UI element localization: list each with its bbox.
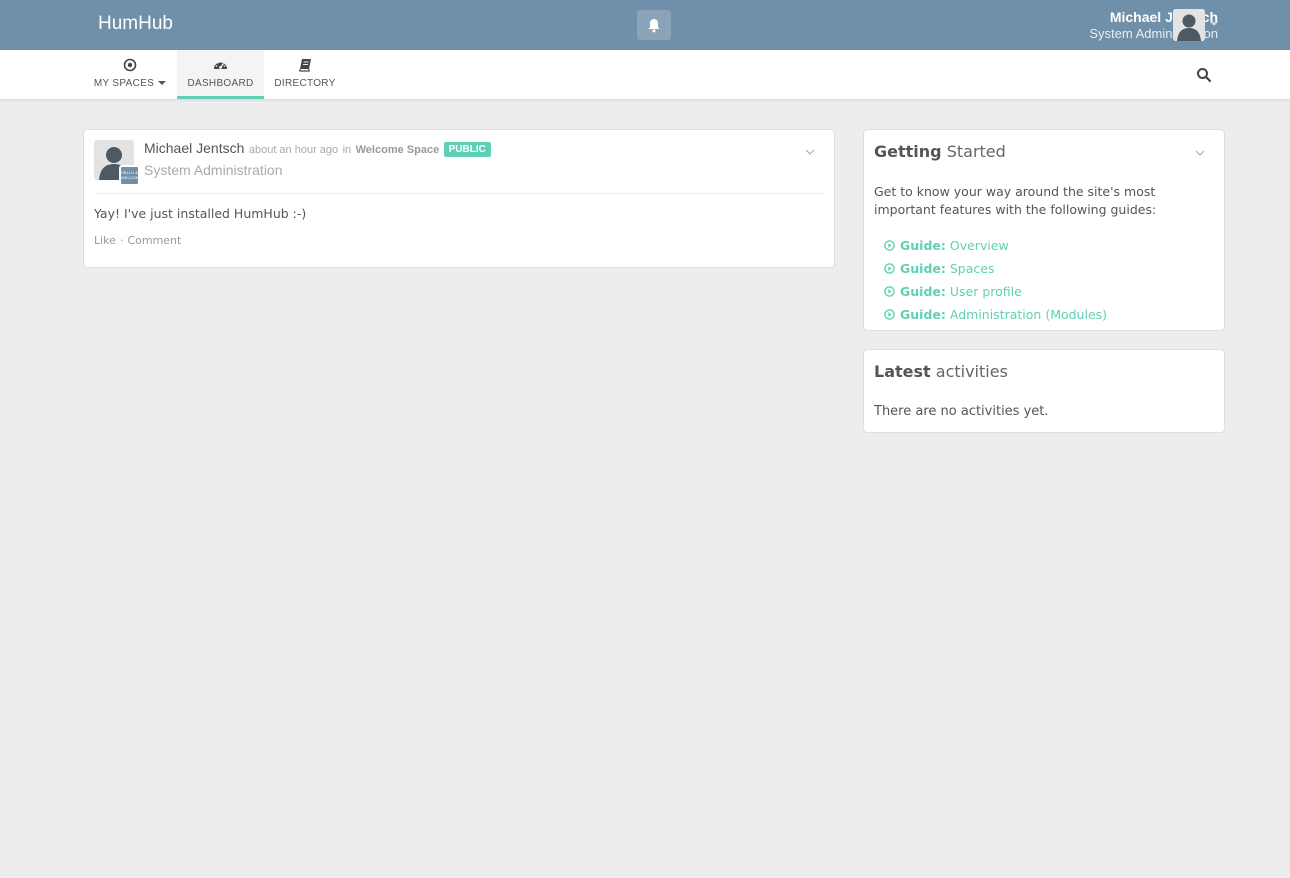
nav-my-spaces-label: MY SPACES [93,78,155,89]
nav-dashboard-label: DASHBOARD [187,78,254,89]
search-button[interactable] [1195,66,1213,84]
post-divider [94,193,824,194]
no-activities-text: There are no activities yet. [874,404,1049,419]
play-circle-icon [884,240,895,251]
chevron-down-icon [158,81,167,86]
latest-activities-title: Latest activities [874,362,1008,381]
getting-started-title: Getting Started [874,142,1006,161]
latest-activities-panel: Latest activities There are no activitie… [863,349,1225,433]
user-avatar[interactable] [1173,9,1205,41]
guide-label: Spaces [949,261,995,276]
dashboard-icon [214,61,227,69]
guide-label: Administration (Modules) [949,307,1108,322]
chevron-down-icon[interactable] [804,146,816,158]
search-icon [1197,68,1212,83]
guide-link-spaces[interactable]: Guide: Spaces [884,257,1107,280]
space-badge-image[interactable]: HELLO & WELCOME [119,165,142,186]
user-silhouette-icon [1173,9,1205,41]
notifications-button[interactable] [637,10,671,40]
guide-link-user-profile[interactable]: Guide: User profile [884,280,1107,303]
bell-icon [648,18,660,32]
chevron-down-icon[interactable] [1194,147,1206,159]
guide-label: User profile [949,284,1022,299]
post-content: Yay! I've just installed HumHub :-) [94,206,307,221]
post-actions: Like · Comment [94,234,181,247]
getting-started-intro: Get to know your way around the site's m… [874,184,1157,217]
nav-my-spaces[interactable]: MY SPACES [88,50,172,99]
post-header: Michael Jentsch about an hour ago in Wel… [144,140,491,158]
visibility-badge: PUBLIC [443,142,491,157]
guide-link-administration[interactable]: Guide: Administration (Modules) [884,303,1107,326]
guide-link-overview[interactable]: Guide: Overview [884,234,1107,257]
guide-prefix: Guide: [900,238,946,253]
nav-dashboard[interactable]: DASHBOARD [177,50,264,99]
guide-prefix: Guide: [900,284,946,299]
post-time[interactable]: about an hour ago [249,144,338,156]
post-in-word: in [342,144,352,156]
latest-activities-title-light: activities [935,362,1008,381]
guide-prefix: Guide: [900,307,946,322]
getting-started-title-light: Started [946,142,1006,161]
play-circle-icon [884,309,895,320]
nav-directory-label: DIRECTORY [274,78,336,89]
circle-dot-icon [123,58,137,72]
guide-list: Guide: Overview Guide: Spaces Guide: User p… [884,234,1107,326]
getting-started-panel: Getting Started Get to know your way aro… [863,129,1225,331]
play-circle-icon [884,263,895,274]
comment-link[interactable]: Comment [127,234,181,247]
action-separator: · [119,234,124,247]
latest-activities-title-bold: Latest [874,362,931,381]
guide-prefix: Guide: [900,261,946,276]
getting-started-title-bold: Getting [874,142,942,161]
stream-post: HELLO & WELCOME Michael Jentsch about an… [83,129,835,268]
guide-label: Overview [949,238,1009,253]
top-bar: HumHub Michael Jentsch System Administra… [0,0,1290,50]
like-link[interactable]: Like [94,234,116,247]
play-circle-icon [884,286,895,297]
nav-directory[interactable]: DIRECTORY [268,50,342,99]
post-space-link[interactable]: Welcome Space [356,144,440,156]
post-author-title: System Administration [144,162,283,178]
main-navigation: MY SPACES DASHBOARD DIRECTORY [0,50,1290,100]
brand-logo[interactable]: HumHub [98,13,173,35]
user-menu-caret-icon[interactable] [1210,22,1218,26]
post-author-link[interactable]: Michael Jentsch [144,140,244,156]
book-icon [298,59,311,72]
